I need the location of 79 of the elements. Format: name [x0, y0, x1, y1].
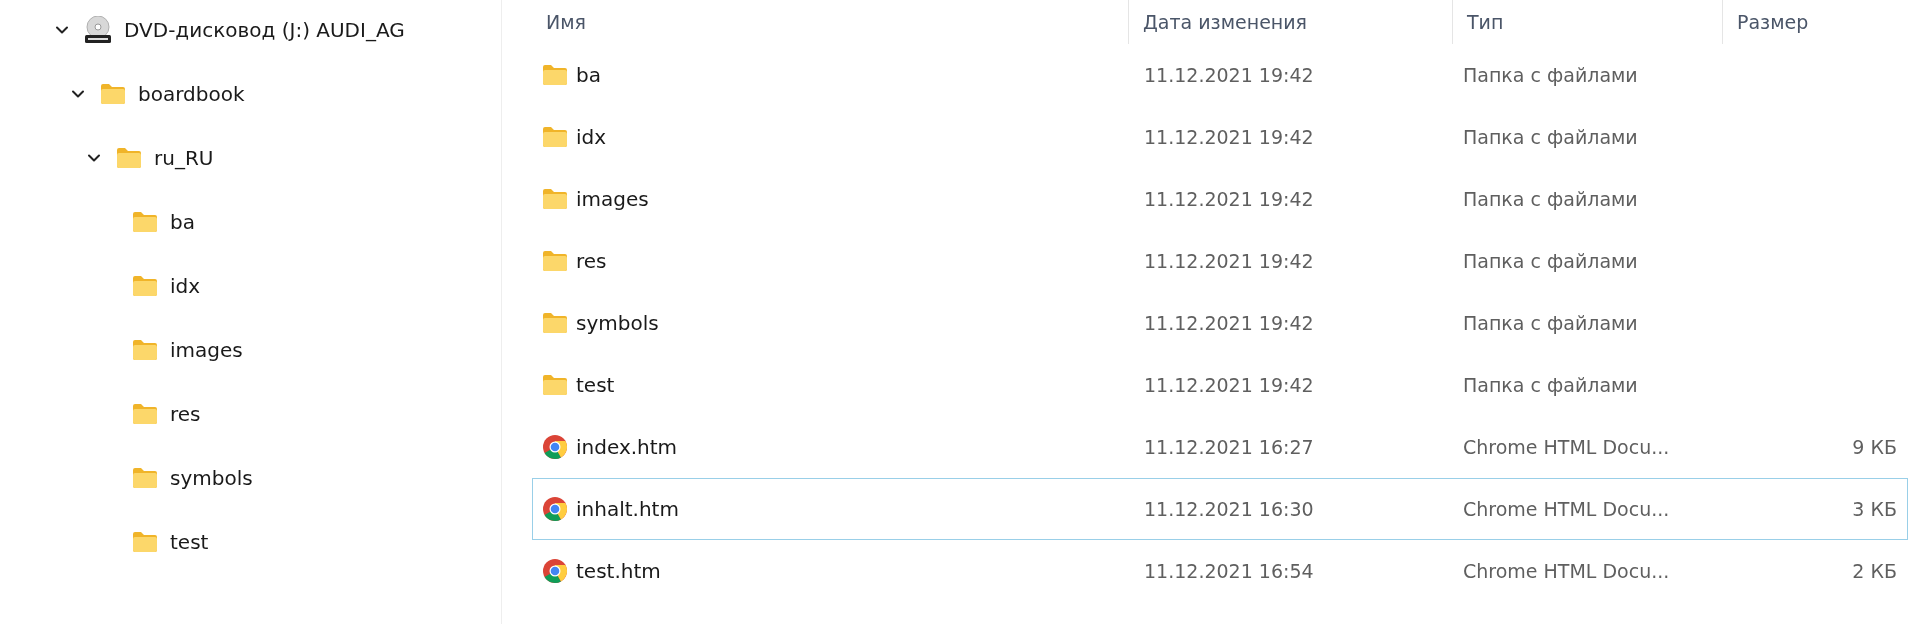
file-name: images — [576, 186, 649, 213]
file-type: Папка с файлами — [1462, 372, 1638, 398]
folder-icon — [132, 275, 158, 297]
file-row[interactable]: test 11.12.2021 19:42 Папка с файлами — [532, 354, 1908, 416]
modified-date: 11.12.2021 16:30 — [1143, 496, 1314, 522]
file-row[interactable]: ba 11.12.2021 19:42 Папка с файлами — [532, 44, 1908, 106]
file-name: idx — [576, 124, 607, 151]
tree-item[interactable]: ru_RU — [0, 126, 501, 190]
file-row[interactable]: index.htm 11.12.2021 16:27 Chrome HTML Docu... 9 КБ — [532, 416, 1908, 478]
folder-icon — [132, 339, 158, 361]
browser-document-icon — [542, 558, 568, 584]
tree-item[interactable]: test — [0, 510, 501, 574]
modified-date: 11.12.2021 19:42 — [1143, 372, 1314, 398]
file-row[interactable]: res 11.12.2021 19:42 Папка с файлами — [532, 230, 1908, 292]
folder-icon — [132, 467, 158, 489]
file-row[interactable]: images 11.12.2021 19:42 Папка с файлами — [532, 168, 1908, 230]
file-type: Chrome HTML Docu... — [1462, 496, 1670, 522]
folder-icon — [116, 147, 142, 169]
file-name: inhalt.htm — [576, 496, 679, 523]
tree-item-label: res — [170, 401, 201, 428]
file-name: test.htm — [576, 558, 661, 585]
file-row[interactable]: symbols 11.12.2021 19:42 Папка с файлами — [532, 292, 1908, 354]
modified-date: 11.12.2021 19:42 — [1143, 124, 1314, 150]
folder-icon — [132, 403, 158, 425]
file-size: 3 КБ — [1852, 496, 1898, 522]
tree-item[interactable]: boardbook — [0, 62, 501, 126]
folder-icon — [542, 312, 568, 334]
modified-date: 11.12.2021 19:42 — [1143, 186, 1314, 212]
file-type: Папка с файлами — [1462, 248, 1638, 274]
tree-item[interactable]: images — [0, 318, 501, 382]
tree-item-label: ru_RU — [154, 145, 214, 172]
column-header[interactable]: Тип — [1452, 0, 1722, 44]
tree-item[interactable]: DVD-дисковод (J:) AUDI_AG — [0, 0, 501, 62]
file-type: Папка с файлами — [1462, 62, 1638, 88]
file-type: Папка с файлами — [1462, 124, 1638, 150]
file-size: 2 КБ — [1852, 558, 1898, 584]
tree-item-label: boardbook — [138, 81, 245, 108]
disc-drive-icon — [84, 16, 112, 44]
tree-item-label: images — [170, 337, 243, 364]
tree-item-label: test — [170, 529, 209, 556]
tree-item[interactable]: ba — [0, 190, 501, 254]
file-type: Папка с файлами — [1462, 186, 1638, 212]
browser-document-icon — [542, 496, 568, 522]
file-type: Папка с файлами — [1462, 310, 1638, 336]
file-name: symbols — [576, 310, 659, 337]
file-row[interactable]: test.htm 11.12.2021 16:54 Chrome HTML Docu... 2 КБ — [532, 540, 1908, 602]
folder-icon — [542, 374, 568, 396]
file-name: ba — [576, 62, 601, 89]
modified-date: 11.12.2021 16:54 — [1143, 558, 1314, 584]
tree-item-label: DVD-дисковод (J:) AUDI_AG — [124, 17, 405, 44]
tree-item-label: ba — [170, 209, 195, 236]
modified-date: 11.12.2021 19:42 — [1143, 248, 1314, 274]
browser-document-icon — [542, 434, 568, 460]
file-type: Chrome HTML Docu... — [1462, 434, 1670, 460]
folder-icon — [100, 83, 126, 105]
modified-date: 11.12.2021 16:27 — [1143, 434, 1314, 460]
folder-icon — [542, 188, 568, 210]
folder-icon — [542, 64, 568, 86]
folder-icon — [542, 126, 568, 148]
file-name: index.htm — [576, 434, 678, 461]
folder-icon — [542, 250, 568, 272]
tree-item[interactable]: idx — [0, 254, 501, 318]
tree-item[interactable]: res — [0, 382, 501, 446]
file-name: test — [576, 372, 615, 399]
file-type: Chrome HTML Docu... — [1462, 558, 1670, 584]
column-header[interactable]: Дата изменения — [1128, 0, 1452, 44]
file-size: 9 КБ — [1852, 434, 1898, 460]
file-row[interactable]: idx 11.12.2021 19:42 Папка с файлами — [532, 106, 1908, 168]
folder-icon — [132, 211, 158, 233]
file-row[interactable]: inhalt.htm 11.12.2021 16:30 Chrome HTML Docu... 3 КБ — [532, 478, 1908, 540]
column-header[interactable]: Имя — [532, 0, 1128, 44]
modified-date: 11.12.2021 19:42 — [1143, 62, 1314, 88]
folder-icon — [132, 531, 158, 553]
tree-item[interactable]: symbols — [0, 446, 501, 510]
column-header[interactable]: Размер — [1722, 0, 1906, 44]
tree-item-label: idx — [170, 273, 201, 300]
tree-item-label: symbols — [170, 465, 253, 492]
file-name: res — [576, 248, 607, 275]
modified-date: 11.12.2021 19:42 — [1143, 310, 1314, 336]
